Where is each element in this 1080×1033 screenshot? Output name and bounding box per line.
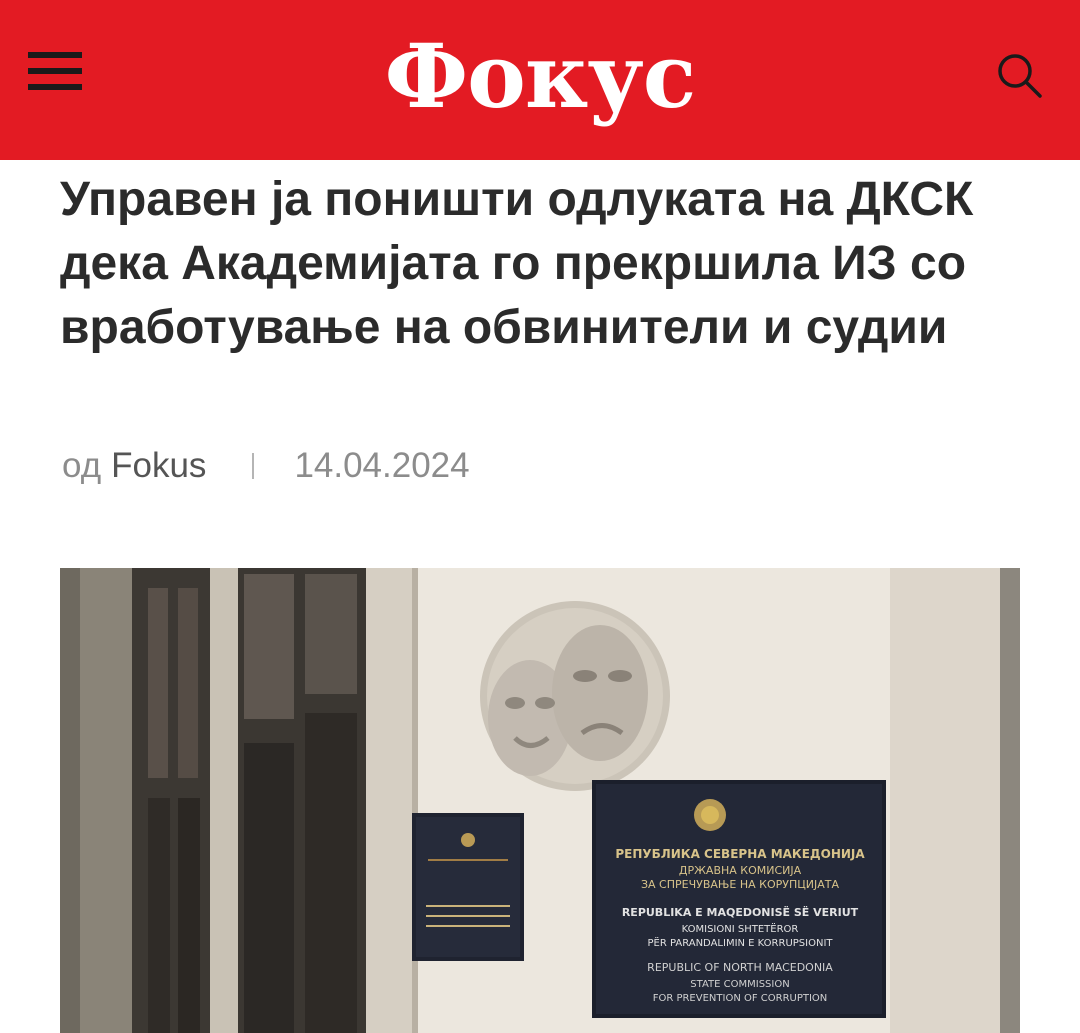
author-link[interactable]: Fokus: [111, 442, 206, 490]
author-prefix: од: [62, 446, 102, 485]
search-button[interactable]: [994, 50, 1046, 102]
menu-bar: [28, 84, 82, 90]
article-title: Управен ја поништи одлуката на ДКСК дека…: [60, 173, 974, 354]
plaque-line: ДРЖАВНА КОМИСИЈА: [679, 864, 802, 877]
site-header: Фокус: [0, 0, 1080, 160]
plaque-line: ЗА СПРЕЧУВАЊЕ НА КОРУПЦИЈАТА: [641, 878, 839, 891]
plaque-line: FOR PREVENTION OF CORRUPTION: [653, 993, 828, 1004]
site-logo[interactable]: Фокус: [270, 26, 810, 126]
plaque-line: STATE COMMISSION: [690, 979, 789, 990]
plaque-line: REPUBLIKA E MAQEDONISË SË VERIUT: [622, 905, 859, 919]
hero-image[interactable]: РЕПУБЛИКА СЕВЕРНА МАКЕДОНИЈА ДРЖАВНА КОМ…: [60, 568, 1020, 1033]
search-icon: [998, 54, 1042, 98]
article-meta: од Fokus 14.04.2024: [62, 442, 470, 490]
menu-bar: [28, 52, 82, 58]
hamburger-menu-button[interactable]: [28, 50, 84, 94]
plaque-line: REPUBLIC OF NORTH MACEDONIA: [647, 961, 833, 974]
meta-divider: [252, 453, 255, 479]
publish-date: 14.04.2024: [294, 446, 470, 485]
menu-bar: [28, 68, 82, 74]
hero-photo: РЕПУБЛИКА СЕВЕРНА МАКЕДОНИЈА ДРЖАВНА КОМ…: [60, 568, 1020, 1033]
plaque-line: KOMISIONI SHTETËROR: [682, 922, 799, 935]
plaque-line: PËR PARANDALIMIN E KORRUPSIONIT: [647, 936, 833, 949]
plaque-line: РЕПУБЛИКА СЕВЕРНА МАКЕДОНИЈА: [615, 847, 865, 861]
